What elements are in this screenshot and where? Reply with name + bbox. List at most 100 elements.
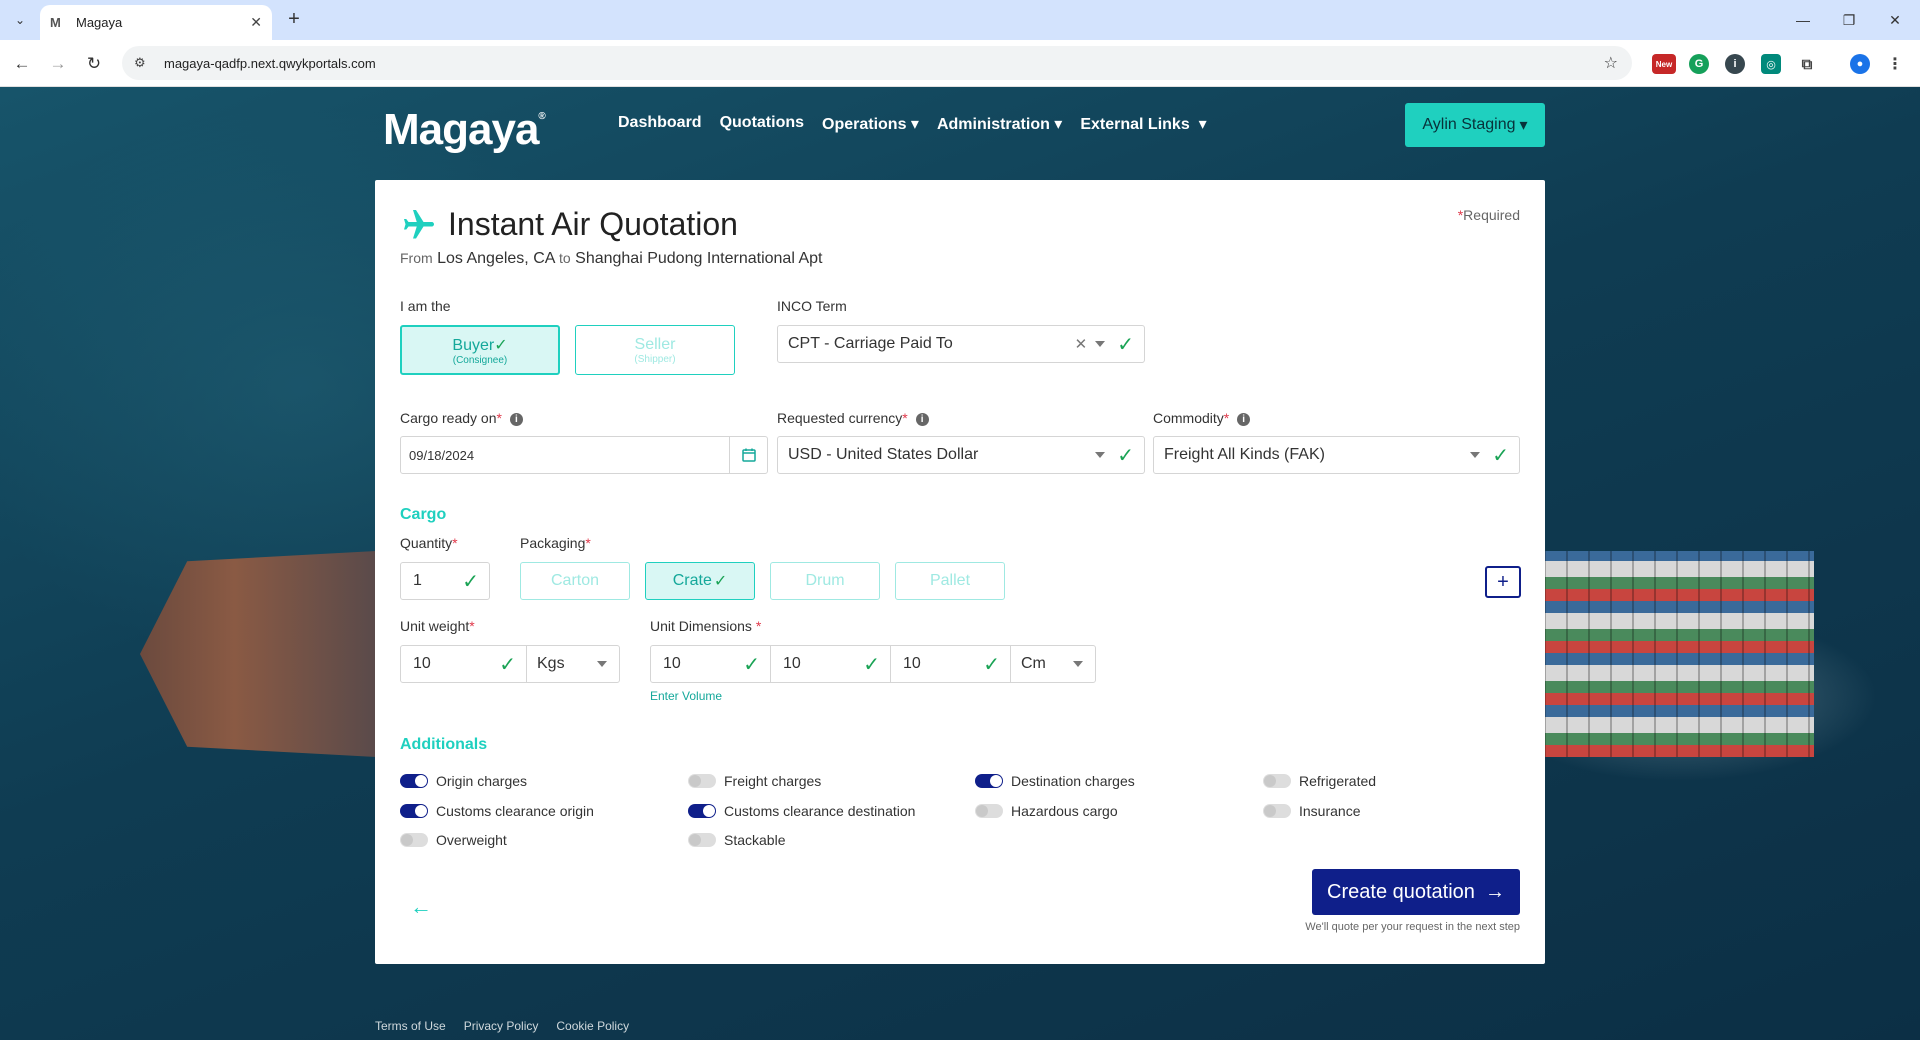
dim-unit-value[interactable]: Cm xyxy=(1011,655,1073,673)
unit-dimensions-label: Unit Dimensions * xyxy=(650,618,762,634)
extension-new-icon[interactable]: New xyxy=(1652,54,1676,74)
dim-width-value[interactable]: 10 xyxy=(771,655,863,673)
chevron-down-icon xyxy=(597,661,607,667)
browser-menu-icon[interactable]: ⋮ xyxy=(1885,54,1905,74)
chevron-down-icon xyxy=(1470,452,1481,458)
toggle-hazardous-cargo[interactable]: Hazardous cargo xyxy=(975,803,1118,819)
required-note-text: Required xyxy=(1463,207,1520,223)
nav-dashboard[interactable]: Dashboard xyxy=(618,114,702,134)
route-to-word: to xyxy=(559,250,571,266)
toggle-switch[interactable] xyxy=(975,804,1003,818)
extension-screen-icon[interactable]: ◎ xyxy=(1761,54,1781,74)
toggle-switch[interactable] xyxy=(1263,774,1291,788)
unit-dimensions-input[interactable]: 10 ✓ 10 ✓ 10 ✓ Cm xyxy=(650,645,1096,683)
packaging-pallet-button[interactable]: Pallet xyxy=(895,562,1005,600)
page-footer: Terms of Use Privacy Policy Cookie Polic… xyxy=(375,1019,629,1033)
chevron-down-icon: ▾ xyxy=(1519,117,1528,134)
toggle-switch[interactable] xyxy=(688,804,716,818)
inco-term-select[interactable]: CPT - Carriage Paid To ✕ ✓ xyxy=(777,325,1145,363)
extension-grammarly-icon[interactable]: G xyxy=(1689,54,1709,74)
toggle-switch[interactable] xyxy=(400,804,428,818)
back-icon[interactable]: ← xyxy=(8,50,36,78)
nav-administration[interactable]: Administration ▾ xyxy=(937,114,1062,134)
nav-external-links[interactable]: External Links ▾ xyxy=(1080,114,1206,134)
currency-value: USD - United States Dollar xyxy=(788,446,979,463)
extensions-puzzle-icon[interactable]: ⧉ xyxy=(1797,54,1817,74)
nav-quotations[interactable]: Quotations xyxy=(720,114,804,134)
toggle-switch[interactable] xyxy=(975,774,1003,788)
tab-close-icon[interactable]: ✕ xyxy=(250,14,262,31)
extension-icon[interactable]: i xyxy=(1725,54,1745,74)
cookie-link[interactable]: Cookie Policy xyxy=(556,1019,629,1033)
currency-select[interactable]: USD - United States Dollar ✓ xyxy=(777,436,1145,474)
info-icon[interactable]: i xyxy=(915,412,929,426)
arrow-right-icon: → xyxy=(1484,880,1505,903)
packaging-crate-button[interactable]: Crate ✓ xyxy=(645,562,755,600)
cargo-section-title: Cargo xyxy=(400,506,447,523)
toggle-destination-charges[interactable]: Destination charges xyxy=(975,773,1135,789)
tab-search-icon[interactable]: ⌄ xyxy=(8,8,32,32)
unit-weight-input[interactable]: 10 ✓ Kgs xyxy=(400,645,620,683)
toggle-customs-clearance-origin[interactable]: Customs clearance origin xyxy=(400,803,594,819)
forward-icon[interactable]: → xyxy=(44,50,72,78)
nav-operations[interactable]: Operations ▾ xyxy=(822,114,919,134)
commodity-select[interactable]: Freight All Kinds (FAK) ✓ xyxy=(1153,436,1520,474)
enter-volume-link[interactable]: Enter Volume xyxy=(650,689,722,703)
window-close-icon[interactable]: ✕ xyxy=(1872,0,1918,40)
toggle-origin-charges[interactable]: Origin charges xyxy=(400,773,527,789)
required-note: *Required xyxy=(1457,207,1520,223)
unit-weight-label: Unit weight* xyxy=(400,618,475,634)
cargo-ready-value: 09/18/2024 xyxy=(409,447,475,463)
packaging-carton-button[interactable]: Carton xyxy=(520,562,630,600)
toggle-label: Hazardous cargo xyxy=(1011,803,1118,819)
minimize-icon[interactable]: — xyxy=(1780,0,1826,40)
toggle-switch[interactable] xyxy=(688,774,716,788)
restore-icon[interactable]: ❐ xyxy=(1826,0,1872,40)
seller-button[interactable]: Seller (Shipper) xyxy=(575,325,735,375)
toggle-refrigerated[interactable]: Refrigerated xyxy=(1263,773,1376,789)
calendar-icon[interactable] xyxy=(729,436,767,474)
add-cargo-row-button[interactable]: + xyxy=(1485,566,1521,598)
back-arrow-icon[interactable]: ← xyxy=(410,894,432,920)
new-tab-icon[interactable]: + xyxy=(282,8,306,32)
toggle-overweight[interactable]: Overweight xyxy=(400,832,507,848)
privacy-link[interactable]: Privacy Policy xyxy=(464,1019,539,1033)
dim-height-value[interactable]: 10 xyxy=(891,655,983,673)
check-icon: ✓ xyxy=(494,336,508,354)
site-nav: Dashboard Quotations Operations ▾ Admini… xyxy=(618,114,1207,134)
toggle-switch[interactable] xyxy=(400,774,428,788)
buyer-button[interactable]: Buyer✓ (Consignee) xyxy=(400,325,560,375)
unit-weight-label-text: Unit weight xyxy=(400,618,470,634)
dim-length-value[interactable]: 10 xyxy=(651,655,743,673)
user-menu-button[interactable]: Aylin Staging ▾ xyxy=(1405,103,1545,147)
clear-icon[interactable]: ✕ xyxy=(1075,335,1088,353)
toggle-insurance[interactable]: Insurance xyxy=(1263,803,1360,819)
weight-unit-value[interactable]: Kgs xyxy=(527,655,597,673)
toggle-freight-charges[interactable]: Freight charges xyxy=(688,773,821,789)
packaging-drum-button[interactable]: Drum xyxy=(770,562,880,600)
browser-tab[interactable]: M Magaya ✕ xyxy=(40,5,272,40)
profile-avatar-icon[interactable]: ● xyxy=(1850,54,1870,74)
toggle-switch[interactable] xyxy=(688,833,716,847)
toggle-stackable[interactable]: Stackable xyxy=(688,832,785,848)
cargo-ready-label: Cargo ready on* i xyxy=(400,410,523,426)
reload-icon[interactable]: ↻ xyxy=(80,50,108,78)
magaya-logo[interactable]: Magaya® xyxy=(383,105,546,155)
info-icon[interactable]: i xyxy=(509,412,523,426)
check-icon: ✓ xyxy=(983,653,1000,676)
bookmark-star-icon[interactable]: ☆ xyxy=(1604,53,1618,73)
site-info-icon[interactable]: ⚙ xyxy=(134,55,154,71)
cargo-ready-date-input[interactable]: 09/18/2024 xyxy=(400,436,768,474)
create-quotation-button[interactable]: Create quotation → xyxy=(1312,869,1520,915)
address-bar[interactable]: ⚙ magaya-qadfp.next.qwykportals.com ☆ xyxy=(122,46,1632,80)
terms-link[interactable]: Terms of Use xyxy=(375,1019,446,1033)
toggle-switch[interactable] xyxy=(400,833,428,847)
toggle-customs-clearance-destination[interactable]: Customs clearance destination xyxy=(688,803,915,819)
info-icon[interactable]: i xyxy=(1237,412,1251,426)
seller-sub: (Shipper) xyxy=(634,353,676,365)
quantity-value: 1 xyxy=(413,572,422,589)
toggle-switch[interactable] xyxy=(1263,804,1291,818)
ship-containers-image xyxy=(1544,551,1814,757)
quantity-input[interactable]: 1 ✓ xyxy=(400,562,490,600)
cargo-ready-label-text: Cargo ready on xyxy=(400,410,497,426)
